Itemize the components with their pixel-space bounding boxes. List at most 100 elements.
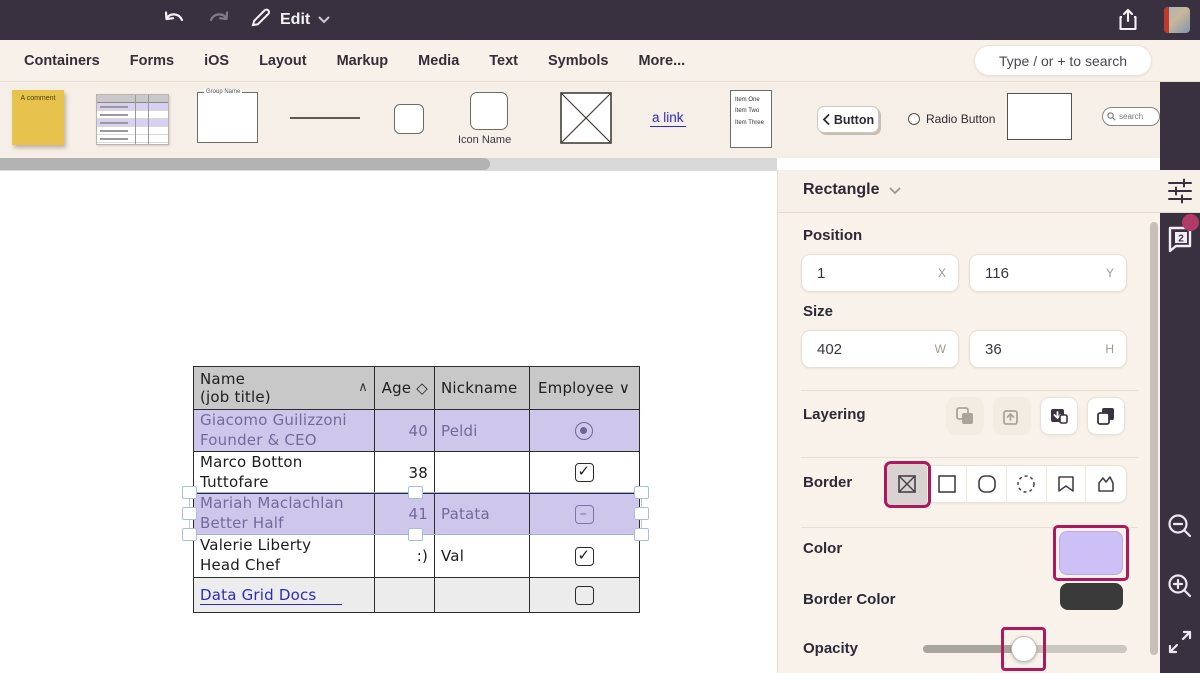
redo-icon[interactable]: [205, 7, 233, 33]
asset-small-rect[interactable]: [394, 104, 424, 134]
asset-radio-button[interactable]: Radio Button: [908, 112, 995, 126]
search-input[interactable]: [974, 45, 1152, 76]
border-color-swatch[interactable]: [1060, 583, 1123, 610]
asset-hscrollbar-thumb[interactable]: [0, 158, 490, 170]
border-option-bookmark[interactable]: [1047, 466, 1087, 502]
col-header-name[interactable]: Name (job title) ∧: [194, 367, 375, 409]
layering-label: Layering: [803, 406, 866, 423]
asset-group-box[interactable]: Group Name: [197, 92, 258, 143]
menu-forms[interactable]: Forms: [130, 53, 174, 69]
bring-forward-button[interactable]: [993, 397, 1031, 435]
zoom-in-icon[interactable]: [1160, 567, 1200, 607]
asset-item-list[interactable]: Item One Item Two Item Three: [730, 90, 772, 148]
inspector-header: Rectangle: [777, 170, 1200, 213]
fullscreen-icon[interactable]: [1160, 622, 1200, 662]
asset-horizontal-line[interactable]: [290, 117, 360, 119]
menu-layout[interactable]: Layout: [259, 53, 307, 69]
sort-asc-icon[interactable]: ∧: [358, 380, 368, 395]
cell-age: 40: [409, 422, 429, 440]
asset-button[interactable]: Button: [817, 106, 879, 133]
inspector-toggle-icon[interactable]: [1166, 177, 1194, 205]
header-name-line1: Name: [200, 370, 368, 388]
position-x-value: 1: [817, 265, 825, 282]
asset-link[interactable]: a link: [650, 110, 686, 127]
asset-comment-sticky[interactable]: A comment: [12, 90, 64, 145]
asset-data-grid[interactable]: [96, 94, 169, 145]
header-name-line2: (job title): [200, 388, 368, 406]
right-toolbar-top: [1160, 82, 1200, 170]
sort-both-icon: ◇: [416, 379, 428, 397]
zoom-out-icon[interactable]: [1160, 507, 1200, 547]
color-label: Color: [803, 540, 842, 557]
menu-markup[interactable]: Markup: [337, 53, 389, 69]
size-h-value: 36: [985, 341, 1002, 358]
table-row[interactable]: Giacomo GuilizzoniFounder & CEO 40 Peldi: [194, 410, 639, 452]
fill-color-swatch[interactable]: [1059, 531, 1123, 575]
table-row[interactable]: Marco BottonTuttofare 38: [194, 452, 639, 494]
table-header-row: Name (job title) ∧ Age◇ Nickname Employe…: [194, 367, 639, 410]
item-list-1: Item One: [735, 95, 771, 106]
col-header-age[interactable]: Age◇: [375, 367, 435, 409]
avatar[interactable]: [1164, 7, 1190, 33]
menu-containers[interactable]: Containers: [24, 53, 100, 69]
border-option-rounded[interactable]: [967, 466, 1007, 502]
inspector-vscrollbar-thumb[interactable]: [1150, 222, 1158, 655]
notification-dot: [1182, 214, 1199, 231]
cell-nickname: Peldi: [441, 422, 523, 440]
position-x-field[interactable]: 1 X: [801, 254, 959, 292]
table-row[interactable]: Valerie LibertyHead Chef :) Val: [194, 535, 639, 578]
search-thumb-label: search: [1119, 112, 1143, 121]
edit-menu-button[interactable]: Edit: [248, 0, 330, 40]
menu-ios[interactable]: iOS: [204, 53, 229, 69]
send-backward-button[interactable]: [1040, 397, 1078, 435]
border-style-control: [887, 465, 1127, 503]
col-header-employee[interactable]: Employee∨: [530, 367, 638, 409]
magnifier-icon: [1107, 112, 1116, 121]
data-grid-docs-link[interactable]: Data Grid Docs: [200, 586, 342, 605]
menu-media[interactable]: Media: [418, 53, 459, 69]
menu-more[interactable]: More...: [638, 53, 685, 69]
bring-to-front-button[interactable]: [946, 397, 984, 435]
border-option-square[interactable]: [928, 466, 968, 502]
checkbox-indeterminate-icon[interactable]: [575, 505, 594, 524]
menu-text[interactable]: Text: [489, 53, 518, 69]
cell-title: Tuttofare: [200, 473, 368, 493]
menu-symbols[interactable]: Symbols: [548, 53, 608, 69]
asset-search-field[interactable]: search: [1102, 107, 1160, 126]
radio-selected-icon[interactable]: [575, 422, 593, 440]
checkbox-checked-icon[interactable]: [575, 463, 594, 482]
asset-image-placeholder[interactable]: [560, 92, 612, 144]
size-w-field[interactable]: 402 W: [801, 330, 959, 368]
asset-rectangle[interactable]: [1007, 93, 1072, 140]
checkbox-checked-icon[interactable]: [575, 547, 594, 566]
asset-icon-label: Icon Name: [458, 134, 511, 146]
cell-title: Better Half: [200, 514, 368, 534]
size-h-field[interactable]: 36 H: [969, 330, 1127, 368]
selected-widget-name: Rectangle: [803, 181, 879, 199]
sort-desc-icon: ∨: [619, 379, 630, 397]
table-row[interactable]: Data Grid Docs: [194, 578, 639, 612]
item-list-3: Item Three: [735, 118, 771, 129]
checkbox-unchecked-icon[interactable]: [575, 586, 594, 605]
border-color-label: Border Color: [803, 591, 896, 608]
wireframe-canvas[interactable]: Name (job title) ∧ Age◇ Nickname Employe…: [0, 170, 777, 673]
asset-menu-bar: Containers Forms iOS Layout Markup Media…: [0, 40, 1200, 82]
cell-nickname: Patata: [441, 505, 523, 523]
table-row-selected[interactable]: Mariah MaclachlanBetter Half 41 Patata: [194, 494, 639, 535]
position-y-field[interactable]: 116 Y: [969, 254, 1127, 292]
cell-title: Head Chef: [200, 556, 368, 576]
col-header-nickname[interactable]: Nickname: [435, 367, 530, 409]
selected-widget-dropdown[interactable]: Rectangle: [803, 181, 901, 199]
data-grid-thumb-header: [97, 95, 168, 103]
cell-age: 38: [409, 464, 429, 482]
asset-icon-shape[interactable]: [470, 92, 508, 130]
share-icon[interactable]: [1114, 7, 1142, 33]
border-option-xbox[interactable]: [888, 466, 928, 502]
undo-icon[interactable]: [160, 7, 188, 33]
border-option-dashed-circle[interactable]: [1007, 466, 1047, 502]
cell-name: Valerie Liberty: [200, 536, 368, 556]
comments-count: 2: [1178, 234, 1184, 245]
send-to-back-button[interactable]: [1087, 397, 1125, 435]
border-option-jagged[interactable]: [1086, 466, 1126, 502]
data-grid-widget[interactable]: Name (job title) ∧ Age◇ Nickname Employe…: [193, 366, 640, 613]
